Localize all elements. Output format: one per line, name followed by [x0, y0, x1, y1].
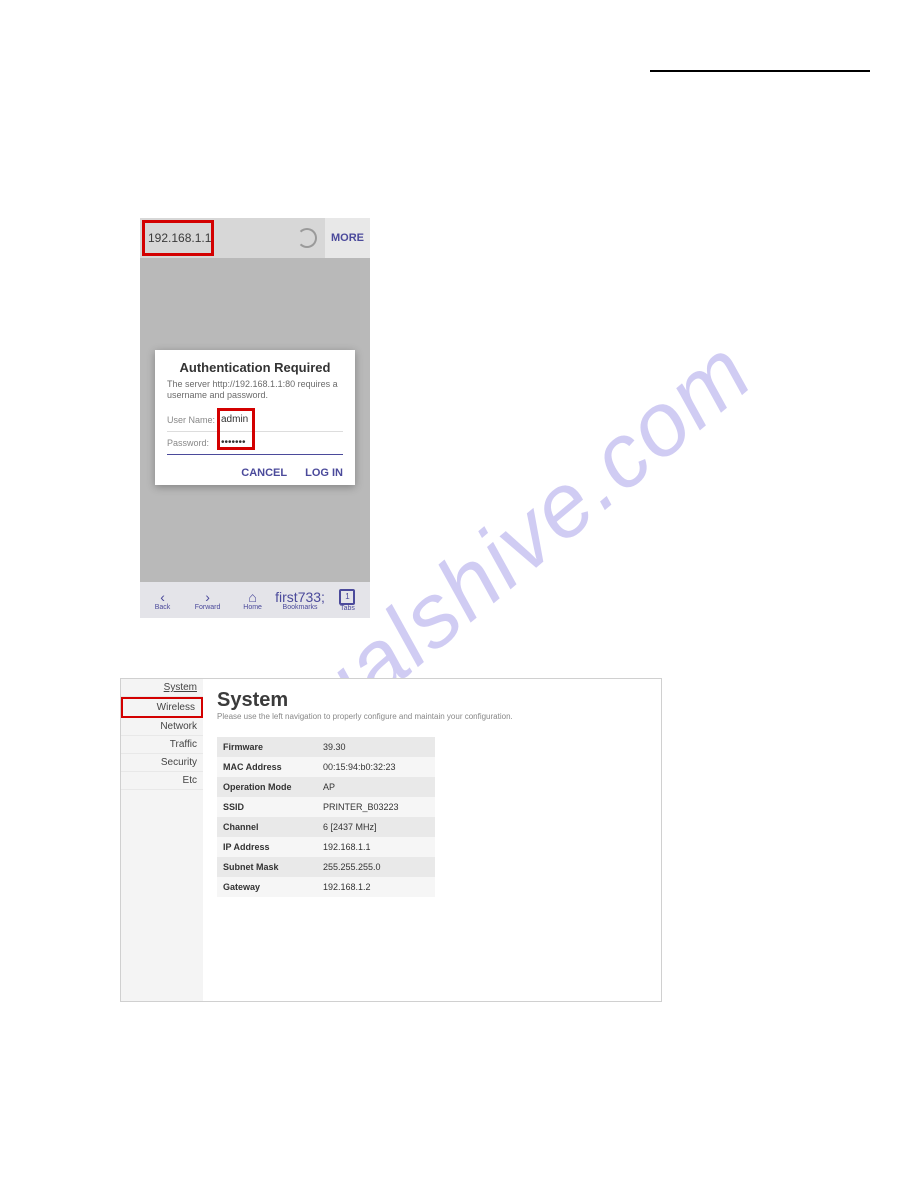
page-title: System [217, 689, 647, 712]
back-button[interactable]: ‹ Back [140, 582, 185, 618]
sidebar-item-network[interactable]: Network [121, 718, 203, 736]
chevron-right-icon: › [205, 590, 210, 604]
login-button[interactable]: LOG IN [305, 467, 343, 479]
bookmarks-label: Bookmarks [283, 604, 318, 611]
table-row: SSIDPRINTER_B03223 [217, 797, 435, 817]
table-row: Subnet Mask255.255.255.0 [217, 857, 435, 877]
url-bar[interactable]: 192.168.1.1 [140, 218, 325, 258]
bookmark-icon: first733; [275, 590, 325, 604]
table-row: Firmware39.30 [217, 737, 435, 757]
more-button[interactable]: MORE [325, 218, 370, 258]
system-info-table: Firmware39.30 MAC Address00:15:94:b0:32:… [217, 737, 435, 897]
refresh-icon[interactable] [297, 228, 317, 248]
router-main: System Please use the left navigation to… [203, 679, 661, 1001]
tabs-button[interactable]: 1 Tabs [325, 582, 370, 618]
sidebar-item-wireless[interactable]: Wireless [121, 697, 203, 718]
table-row: Gateway192.168.1.2 [217, 877, 435, 897]
password-label: Password: [167, 438, 217, 448]
dialog-title: Authentication Required [167, 360, 343, 375]
credentials-highlight-box [217, 408, 255, 450]
table-row: Operation ModeAP [217, 777, 435, 797]
home-icon: ⌂ [248, 590, 256, 604]
home-button[interactable]: ⌂ Home [230, 582, 275, 618]
header-rule [650, 70, 870, 72]
table-row: Channel6 [2437 MHz] [217, 817, 435, 837]
cancel-button[interactable]: CANCEL [241, 467, 287, 479]
chevron-left-icon: ‹ [160, 590, 165, 604]
dialog-message: The server http://192.168.1.1:80 require… [167, 379, 343, 401]
router-sidebar: System Wireless Network Traffic Security… [121, 679, 203, 1001]
page-subtitle: Please use the left navigation to proper… [217, 712, 647, 721]
router-screenshot: System Wireless Network Traffic Security… [120, 678, 662, 1002]
username-label: User Name: [167, 415, 217, 425]
bookmarks-button[interactable]: first733; Bookmarks [275, 582, 325, 618]
sidebar-item-security[interactable]: Security [121, 754, 203, 772]
phone-screenshot: 192.168.1.1 MORE Authentication Required… [140, 218, 370, 618]
sidebar-item-system[interactable]: System [121, 679, 203, 697]
url-highlight-box [142, 220, 214, 256]
tabs-icon: 1 [339, 589, 355, 605]
forward-button[interactable]: › Forward [185, 582, 230, 618]
sidebar-item-traffic[interactable]: Traffic [121, 736, 203, 754]
tabs-label: Tabs [340, 605, 355, 612]
back-label: Back [155, 604, 171, 611]
browser-topbar: 192.168.1.1 MORE [140, 218, 370, 258]
sidebar-item-etc[interactable]: Etc [121, 772, 203, 790]
table-row: IP Address192.168.1.1 [217, 837, 435, 857]
document-page: manualshive.com 192.168.1.1 MORE Authent… [0, 0, 918, 1188]
browser-bottombar: ‹ Back › Forward ⌂ Home first733; Bookma… [140, 582, 370, 618]
auth-dialog: Authentication Required The server http:… [155, 350, 355, 485]
home-label: Home [243, 604, 262, 611]
forward-label: Forward [195, 604, 221, 611]
table-row: MAC Address00:15:94:b0:32:23 [217, 757, 435, 777]
